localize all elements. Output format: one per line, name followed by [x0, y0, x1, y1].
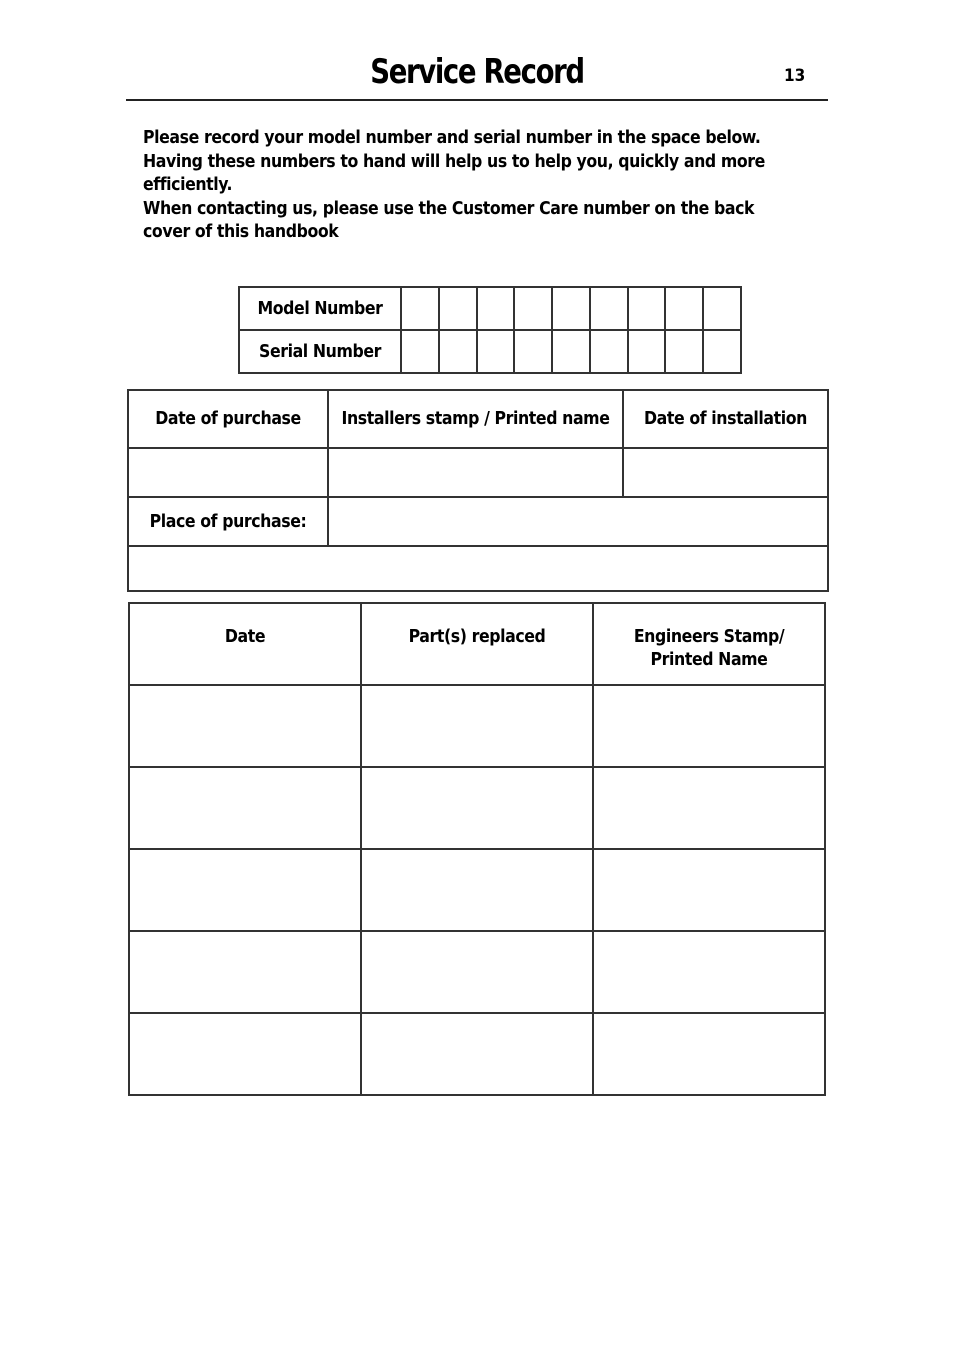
service-row	[128, 930, 826, 1014]
page-number: 13	[784, 66, 806, 86]
service-parts-field[interactable]	[360, 1012, 594, 1096]
place-of-purchase-extra-field[interactable]	[127, 545, 829, 592]
service-parts-field[interactable]	[360, 848, 594, 932]
page-title: Service Record	[370, 52, 585, 92]
service-date-field[interactable]	[128, 1012, 362, 1096]
serial-number-label: Serial Number	[238, 329, 402, 374]
model-number-box[interactable]	[475, 286, 516, 331]
engineers-stamp-header: Engineers Stamp/ Printed Name	[592, 602, 826, 686]
intro-text: Please record your model number and seri…	[143, 127, 803, 245]
service-row	[128, 848, 826, 932]
serial-number-box[interactable]	[437, 329, 478, 374]
engineers-stamp-header-text: Engineers Stamp/ Printed Name	[633, 627, 785, 670]
intro-paragraph: When contacting us, please use the Custo…	[143, 198, 755, 243]
model-number-box[interactable]	[400, 286, 440, 331]
installers-stamp-header: Installers stamp / Printed name	[327, 389, 624, 449]
date-header: Date	[128, 602, 362, 686]
service-header-row: Date Part(s) replaced Engineers Stamp/ P…	[128, 602, 826, 686]
serial-number-box[interactable]	[475, 329, 516, 374]
place-of-purchase-extra-row	[127, 545, 829, 592]
model-number-box[interactable]	[437, 286, 478, 331]
service-row	[128, 766, 826, 850]
serial-number-box[interactable]	[702, 329, 742, 374]
parts-replaced-header: Part(s) replaced	[360, 602, 594, 686]
service-parts-field[interactable]	[360, 930, 594, 1014]
service-engineer-field[interactable]	[592, 766, 826, 850]
service-engineer-field[interactable]	[592, 848, 826, 932]
service-engineer-field[interactable]	[592, 1012, 826, 1096]
intro-paragraph: Please record your model number and seri…	[143, 128, 765, 196]
service-engineer-field[interactable]	[592, 930, 826, 1014]
service-row	[128, 684, 826, 768]
place-of-purchase-row: Place of purchase:	[127, 496, 829, 547]
purchase-header-row: Date of purchase Installers stamp / Prin…	[127, 389, 829, 449]
service-date-field[interactable]	[128, 930, 362, 1014]
service-date-field[interactable]	[128, 848, 362, 932]
model-number-box[interactable]	[626, 286, 667, 331]
identification-table: Model Number Serial Number	[238, 286, 742, 374]
service-row	[128, 1012, 826, 1096]
installers-stamp-field[interactable]	[327, 447, 624, 498]
model-number-box[interactable]	[513, 286, 554, 331]
model-number-box[interactable]	[702, 286, 742, 331]
service-date-field[interactable]	[128, 766, 362, 850]
purchase-values-row	[127, 447, 829, 498]
service-engineer-field[interactable]	[592, 684, 826, 768]
service-parts-field[interactable]	[360, 684, 594, 768]
serial-number-box[interactable]	[626, 329, 667, 374]
place-of-purchase-label: Place of purchase:	[127, 496, 329, 547]
place-of-purchase-field[interactable]	[327, 496, 829, 547]
purchase-table: Date of purchase Installers stamp / Prin…	[127, 389, 829, 592]
serial-number-box[interactable]	[588, 329, 629, 374]
service-date-field[interactable]	[128, 684, 362, 768]
model-number-label: Model Number	[238, 286, 402, 331]
header-divider	[126, 99, 828, 101]
model-number-box[interactable]	[551, 286, 591, 331]
serial-number-box[interactable]	[513, 329, 554, 374]
serial-number-box[interactable]	[664, 329, 705, 374]
service-table: Date Part(s) replaced Engineers Stamp/ P…	[128, 602, 826, 1096]
date-of-purchase-field[interactable]	[127, 447, 329, 498]
date-of-installation-field[interactable]	[622, 447, 829, 498]
model-number-box[interactable]	[664, 286, 705, 331]
model-number-box[interactable]	[588, 286, 629, 331]
serial-number-box[interactable]	[551, 329, 591, 374]
model-number-row: Model Number	[238, 286, 742, 331]
serial-number-row: Serial Number	[238, 329, 742, 374]
serial-number-box[interactable]	[400, 329, 440, 374]
date-of-purchase-header: Date of purchase	[127, 389, 329, 449]
service-parts-field[interactable]	[360, 766, 594, 850]
date-of-installation-header: Date of installation	[622, 389, 829, 449]
